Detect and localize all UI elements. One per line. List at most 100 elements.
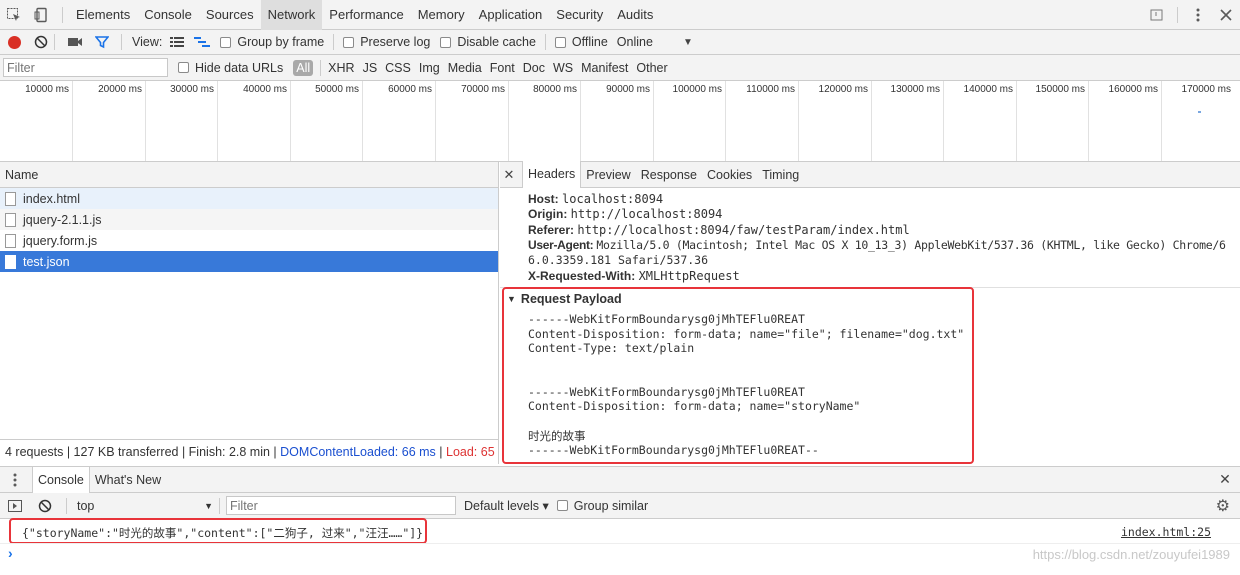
filter-type-other[interactable]: Other xyxy=(636,61,667,75)
filter-type-css[interactable]: CSS xyxy=(385,61,411,75)
gear-icon[interactable]: ⚙ xyxy=(1216,496,1230,516)
name-column-header[interactable]: Name xyxy=(0,168,38,182)
default-levels-select[interactable]: Default levels ▾ xyxy=(464,498,549,513)
dom-content-loaded: DOMContentLoaded: 66 ms xyxy=(280,445,436,459)
timeline-tick: 50000 ms xyxy=(291,81,363,161)
close-drawer-icon[interactable]: ✕ xyxy=(1210,471,1240,488)
offline-checkbox[interactable]: Offline xyxy=(554,35,608,49)
hide-data-urls-checkbox[interactable]: Hide data URLs xyxy=(178,61,283,75)
screenshot-icon[interactable] xyxy=(67,36,83,48)
filter-type-xhr[interactable]: XHR xyxy=(328,61,354,75)
device-toolbar-icon[interactable] xyxy=(28,0,56,30)
warning-icon[interactable] xyxy=(1143,0,1171,30)
timeline-tick: 30000 ms xyxy=(146,81,218,161)
tab-network[interactable]: Network xyxy=(260,0,323,30)
tab-audits[interactable]: Audits xyxy=(610,0,660,30)
tab-preview[interactable]: Preview xyxy=(581,162,635,188)
waterfall-icon[interactable] xyxy=(194,36,211,48)
tab-headers[interactable]: Headers xyxy=(522,161,582,188)
separator xyxy=(54,34,55,50)
close-icon[interactable] xyxy=(1212,0,1240,30)
clear-icon[interactable] xyxy=(34,35,48,49)
filter-type-font[interactable]: Font xyxy=(490,61,515,75)
document-icon xyxy=(5,254,16,269)
timeline-tick: 20000 ms xyxy=(73,81,146,161)
tab-timing[interactable]: Timing xyxy=(757,162,804,188)
filter-icon[interactable] xyxy=(95,35,109,49)
request-row-jquery-form[interactable]: jquery.form.js xyxy=(0,230,498,251)
request-row-test-json[interactable]: test.json xyxy=(0,251,498,272)
large-rows-icon[interactable] xyxy=(170,36,185,48)
tab-sources[interactable]: Sources xyxy=(199,0,261,30)
network-toolbar: View: Group by frame Preserve log Disabl… xyxy=(0,30,1240,55)
separator xyxy=(544,34,546,50)
filter-input[interactable] xyxy=(3,58,168,77)
separator xyxy=(1177,6,1178,23)
timeline-request-mark xyxy=(1198,111,1201,113)
separator xyxy=(62,6,63,23)
watermark: https://blog.csdn.net/zouyufei1989 xyxy=(1032,547,1230,562)
request-list-header[interactable]: Name xyxy=(0,162,499,188)
tab-console[interactable]: Console xyxy=(137,0,199,30)
preserve-log-checkbox[interactable]: Preserve log xyxy=(343,35,430,49)
group-similar-checkbox[interactable]: Group similar xyxy=(556,499,648,513)
timeline-tick: 100000 ms xyxy=(654,81,726,161)
tab-response[interactable]: Response xyxy=(636,162,702,188)
tab-security[interactable]: Security xyxy=(549,0,610,30)
filter-type-img[interactable]: Img xyxy=(419,61,440,75)
summary-separator: | xyxy=(435,445,446,459)
context-select[interactable]: top ▼ xyxy=(73,499,213,513)
filter-type-all[interactable]: All xyxy=(293,59,314,76)
separator xyxy=(66,497,67,514)
request-name: jquery-2.1.1.js xyxy=(23,212,102,227)
tab-performance[interactable]: Performance xyxy=(322,0,410,30)
request-name: test.json xyxy=(23,254,70,269)
console-filter-input[interactable] xyxy=(226,496,456,515)
summary-text: 4 requests | 127 KB transferred | Finish… xyxy=(5,445,281,459)
request-row-index-html[interactable]: index.html xyxy=(0,188,498,209)
more-icon[interactable] xyxy=(1184,0,1212,30)
sidebar-toggle-icon[interactable] xyxy=(8,499,22,512)
separator xyxy=(320,59,322,76)
filter-type-manifest[interactable]: Manifest xyxy=(581,61,628,75)
document-icon xyxy=(5,191,16,206)
request-row-jquery[interactable]: jquery-2.1.1.js xyxy=(0,209,498,230)
document-icon xyxy=(5,233,16,248)
filter-type-js[interactable]: JS xyxy=(363,61,378,75)
view-label: View: xyxy=(132,35,163,49)
header-referer: Referer: http://localhost:8094/faw/testP… xyxy=(528,223,910,237)
tab-application[interactable]: Application xyxy=(472,0,550,30)
document-icon xyxy=(5,212,16,227)
separator xyxy=(121,34,122,50)
group-by-frame-checkbox[interactable]: Group by frame xyxy=(220,35,324,49)
header-host: Host: localhost:8094 xyxy=(528,192,664,206)
tab-cookies[interactable]: Cookies xyxy=(702,162,757,188)
header-x-requested-with: X-Requested-With: XMLHttpRequest xyxy=(528,269,740,283)
clear-console-icon[interactable] xyxy=(38,499,52,513)
timeline-tick: 10000 ms xyxy=(0,81,73,161)
throttling-select[interactable]: Online ▼ xyxy=(617,35,693,49)
headers-panel: Host: localhost:8094 Origin: http://loca… xyxy=(500,188,1240,464)
divider xyxy=(0,543,1240,544)
console-toolbar: top ▼ Default levels ▾ Group similar ⚙ xyxy=(0,493,1240,519)
request-list: index.html jquery-2.1.1.js jquery.form.j… xyxy=(0,188,499,439)
filter-type-doc[interactable]: Doc xyxy=(523,61,545,75)
filter-type-media[interactable]: Media xyxy=(448,61,482,75)
drawer-tab-whats-new[interactable]: What's New xyxy=(90,467,166,493)
record-icon[interactable] xyxy=(8,35,21,49)
drawer-tab-console[interactable]: Console xyxy=(32,466,90,493)
timeline-tick: 170000 ms xyxy=(1181,84,1231,95)
close-detail-icon[interactable]: ✕ xyxy=(500,167,518,183)
console-prompt[interactable]: › xyxy=(8,545,13,561)
drawer-menu-icon[interactable] xyxy=(0,473,30,487)
console-message-source[interactable]: index.html:25 xyxy=(1121,525,1211,539)
network-overview-timeline[interactable]: 10000 ms 20000 ms 30000 ms 40000 ms 5000… xyxy=(0,81,1240,162)
inspect-icon[interactable] xyxy=(0,0,28,30)
tab-memory[interactable]: Memory xyxy=(411,0,472,30)
disable-cache-checkbox[interactable]: Disable cache xyxy=(440,35,536,49)
timeline-tick: 130000 ms xyxy=(872,81,944,161)
filter-type-ws[interactable]: WS xyxy=(553,61,573,75)
timeline-tick: 40000 ms xyxy=(218,81,291,161)
tab-elements[interactable]: Elements xyxy=(69,0,137,30)
header-user-agent-cont: 6.0.3359.181 Safari/537.36 xyxy=(528,253,709,267)
